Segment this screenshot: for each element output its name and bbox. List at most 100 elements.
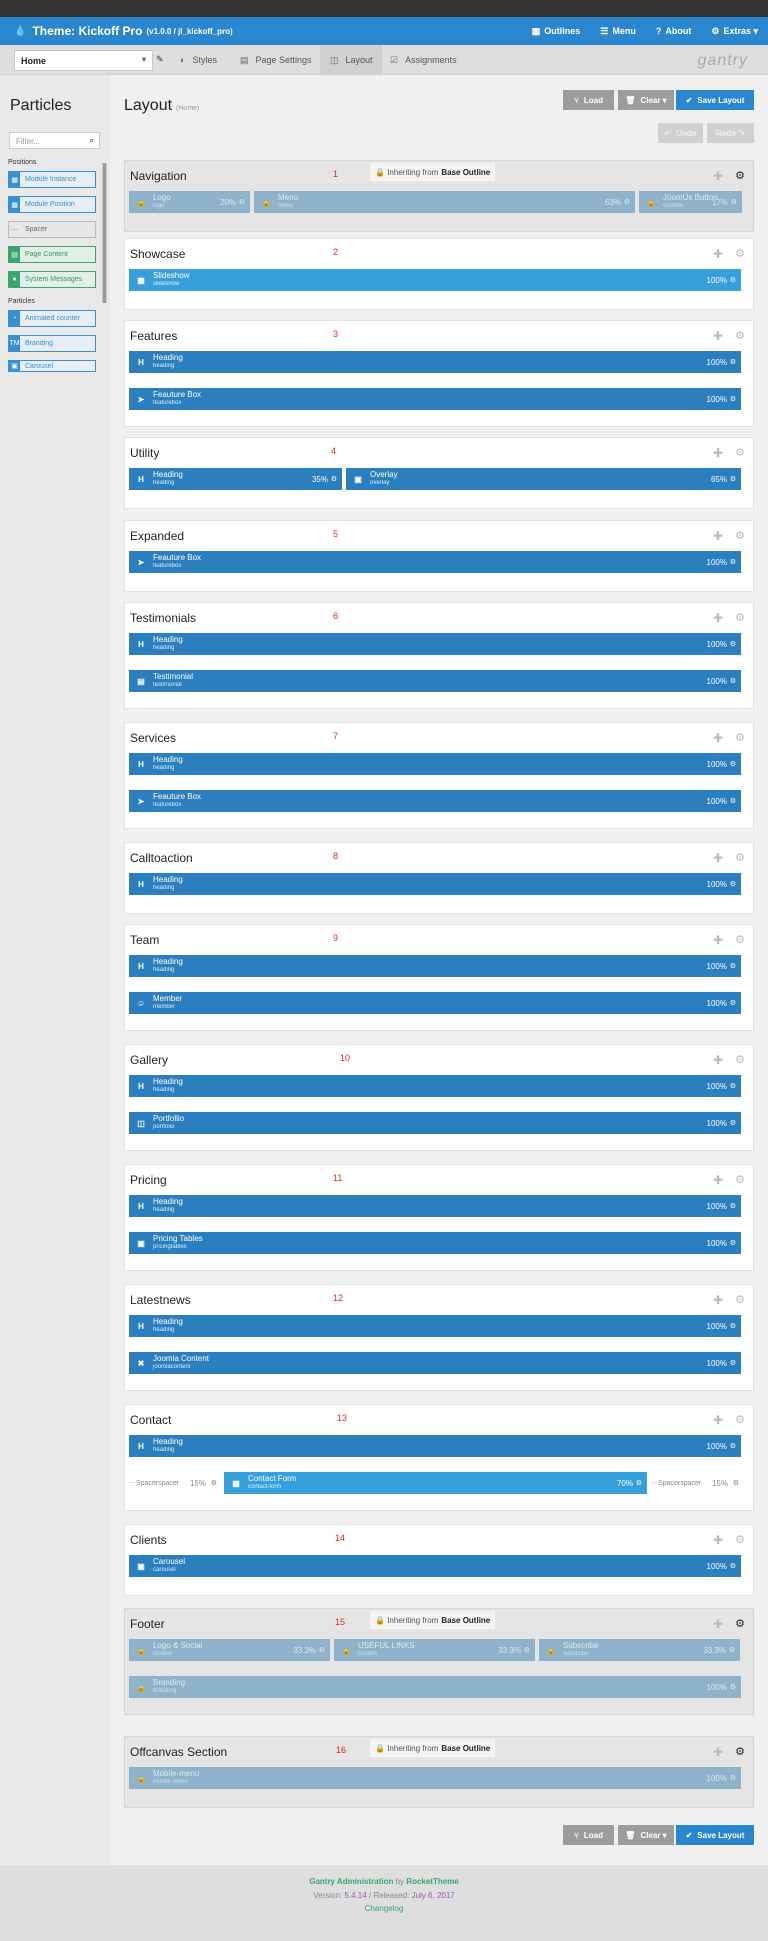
particle-block-branding[interactable]: 🔒 Branding branding 100% ⚙ [129, 1676, 741, 1698]
particle-block-carousel[interactable]: ▣ Carousel carousel 100% ⚙ [129, 1555, 741, 1577]
particle-block-featurebox[interactable]: ➤ Feauture Box featurebox 100% ⚙ [129, 388, 741, 410]
particle-module-position[interactable]: ▦ Module Position [8, 196, 96, 213]
add-row-icon[interactable]: ✚ [713, 1053, 723, 1067]
particle-block-featurebox[interactable]: ➤ Feauture Box featurebox 100% ⚙ [129, 551, 741, 573]
particle-animated-counter[interactable]: ◔ Animated counter [8, 310, 96, 327]
particle-settings-icon[interactable]: ⚙ [730, 880, 736, 888]
inheriting-badge[interactable]: 🔒 Inheriting from Base Outline [370, 1611, 496, 1629]
particle-block-heading[interactable]: H Heading heading 100% ⚙ [129, 1435, 741, 1457]
undo-button[interactable]: ↶ Undo [658, 123, 703, 143]
particle-settings-icon[interactable]: ⚙ [730, 1683, 736, 1691]
tab-layout[interactable]: ◫ Layout [320, 45, 382, 75]
section-settings-icon[interactable]: ⚙ [735, 1413, 745, 1426]
particle-settings-icon[interactable]: ⚙ [730, 797, 736, 805]
particle-settings-icon[interactable]: ⚙ [211, 1479, 217, 1487]
nav-extras[interactable]: ⚙ Extras ▾ [711, 26, 758, 37]
particle-settings-icon[interactable]: ⚙ [730, 558, 736, 566]
particle-settings-icon[interactable]: ⚙ [730, 640, 736, 648]
particle-settings-icon[interactable]: ⚙ [730, 1442, 736, 1450]
particle-page-content[interactable]: ▤ Page Content [8, 246, 96, 263]
particle-block-joomlacontent[interactable]: ✖ Joomla Content joomlacontent 100% ⚙ [129, 1352, 741, 1374]
particle-settings-icon[interactable]: ⚙ [331, 475, 337, 483]
add-row-icon[interactable]: ✚ [713, 611, 723, 625]
particle-module-instance[interactable]: ▦ Module Instance [8, 171, 96, 188]
footer-company-link[interactable]: RocketTheme [406, 1877, 458, 1886]
filter-input[interactable]: Filter... ⌕ [9, 132, 100, 149]
particle-settings-icon[interactable]: ⚙ [730, 760, 736, 768]
particle-block-spacer[interactable]: ⋯ Spacerspacer 15% ⚙ [129, 1472, 220, 1494]
particle-settings-icon[interactable]: ⚙ [730, 1562, 736, 1570]
theme-title[interactable]: 💧 Theme: Kickoff Pro (v1.0.0 / jl_kickof… [14, 17, 233, 45]
particle-block-heading[interactable]: H Heading heading 100% ⚙ [129, 1315, 741, 1337]
particle-settings-icon[interactable]: ⚙ [730, 1202, 736, 1210]
particle-branding[interactable]: TM Branding [8, 335, 96, 352]
particle-settings-icon[interactable]: ⚙ [524, 1646, 530, 1654]
particle-block-portfolio[interactable]: ◫ Portfollio portfolio 100% ⚙ [129, 1112, 741, 1134]
outline-select[interactable]: Home ▾ [14, 50, 153, 71]
particle-system-messages[interactable]: ● System Messages [8, 271, 96, 288]
particle-settings-icon[interactable]: ⚙ [729, 1646, 735, 1654]
particle-settings-icon[interactable]: ⚙ [730, 962, 736, 970]
section-settings-icon[interactable]: ⚙ [735, 1745, 745, 1758]
add-row-icon[interactable]: ✚ [713, 1617, 723, 1631]
inheriting-badge[interactable]: 🔒 Inheriting from Base Outline [370, 163, 496, 181]
nav-menu[interactable]: ☰ Menu [600, 26, 636, 37]
particle-block-testimonial[interactable]: ▤ Testimonial testimonial 100% ⚙ [129, 670, 741, 692]
add-row-icon[interactable]: ✚ [713, 851, 723, 865]
particle-block-menu[interactable]: 🔒 Menu menu 63% ⚙ [254, 191, 635, 213]
particle-block-heading[interactable]: H Heading heading 100% ⚙ [129, 1195, 741, 1217]
particle-settings-icon[interactable]: ⚙ [730, 999, 736, 1007]
particle-settings-icon[interactable]: ⚙ [730, 395, 736, 403]
particle-block-logo[interactable]: 🔒 Logo logo 20% ⚙ [129, 191, 250, 213]
particle-block-heading[interactable]: H Heading heading 100% ⚙ [129, 351, 741, 373]
add-row-icon[interactable]: ✚ [713, 1173, 723, 1187]
particle-settings-icon[interactable]: ⚙ [730, 1239, 736, 1247]
section-settings-icon[interactable]: ⚙ [735, 1533, 745, 1546]
particle-block-pricingtables[interactable]: ▣ Pricing Tables pricingtables 100% ⚙ [129, 1232, 741, 1254]
save-layout-button-bottom[interactable]: ✔ Save Layout [676, 1825, 754, 1845]
add-row-icon[interactable]: ✚ [713, 529, 723, 543]
section-settings-icon[interactable]: ⚙ [735, 1173, 745, 1186]
particle-block-contact-form[interactable]: ▦ Contact Form contact-form 70% ⚙ [224, 1472, 647, 1494]
particle-settings-icon[interactable]: ⚙ [730, 358, 736, 366]
nav-outlines[interactable]: ▦ Outlines [532, 26, 581, 37]
add-row-icon[interactable]: ✚ [713, 446, 723, 460]
footer-admin-link[interactable]: Gantry Administration [309, 1877, 393, 1886]
particle-settings-icon[interactable]: ⚙ [733, 1479, 739, 1487]
section-settings-icon[interactable]: ⚙ [735, 446, 745, 459]
particle-block-heading[interactable]: H Heading heading 100% ⚙ [129, 633, 741, 655]
particle-settings-icon[interactable]: ⚙ [730, 475, 736, 483]
nav-about[interactable]: ? About [656, 26, 692, 36]
add-row-icon[interactable]: ✚ [713, 933, 723, 947]
particle-spacer[interactable]: ⋯ Spacer [8, 221, 96, 238]
particle-block-member[interactable]: ☺ Member member 100% ⚙ [129, 992, 741, 1014]
section-settings-icon[interactable]: ⚙ [735, 1617, 745, 1630]
particle-settings-icon[interactable]: ⚙ [319, 1646, 325, 1654]
section-settings-icon[interactable]: ⚙ [735, 1053, 745, 1066]
add-row-icon[interactable]: ✚ [713, 169, 723, 183]
particle-block-slideshow[interactable]: ▦ Slideshow slideshow 100% ⚙ [129, 269, 741, 291]
clear-button-bottom[interactable]: 🗑 Clear ▾ [618, 1825, 674, 1845]
particle-block-custom[interactable]: 🔒 JoomUs Button custom 17% ⚙ [639, 191, 742, 213]
inheriting-badge[interactable]: 🔒 Inheriting from Base Outline [370, 1739, 496, 1757]
particle-block-heading[interactable]: H Heading heading 100% ⚙ [129, 1075, 741, 1097]
particle-block-heading[interactable]: H Heading heading 100% ⚙ [129, 955, 741, 977]
add-row-icon[interactable]: ✚ [713, 247, 723, 261]
tab-page-settings[interactable]: ▤ Page Settings [238, 45, 320, 75]
particle-block-subscribe[interactable]: 🔒 Subscribe subscribe 33.3% ⚙ [539, 1639, 740, 1661]
section-settings-icon[interactable]: ⚙ [735, 247, 745, 260]
particle-block-overlay[interactable]: ▣ Overlay overlay 65% ⚙ [346, 468, 741, 490]
particle-settings-icon[interactable]: ⚙ [730, 1082, 736, 1090]
redo-button[interactable]: Redo ↷ [707, 123, 754, 143]
section-settings-icon[interactable]: ⚙ [735, 611, 745, 624]
particle-block-custom[interactable]: 🔒 USEFUL LINKS custom 33.3% ⚙ [334, 1639, 535, 1661]
particle-settings-icon[interactable]: ⚙ [731, 198, 737, 206]
particle-carousel[interactable]: ▣ Carousel [8, 360, 96, 372]
particle-settings-icon[interactable]: ⚙ [730, 276, 736, 284]
section-settings-icon[interactable]: ⚙ [735, 329, 745, 342]
particle-settings-icon[interactable]: ⚙ [730, 677, 736, 685]
section-settings-icon[interactable]: ⚙ [735, 933, 745, 946]
particle-block-custom[interactable]: 🔒 Logo & Social custom 33.3% ⚙ [129, 1639, 330, 1661]
section-settings-icon[interactable]: ⚙ [735, 851, 745, 864]
load-button[interactable]: ⑂ Load [563, 90, 614, 110]
